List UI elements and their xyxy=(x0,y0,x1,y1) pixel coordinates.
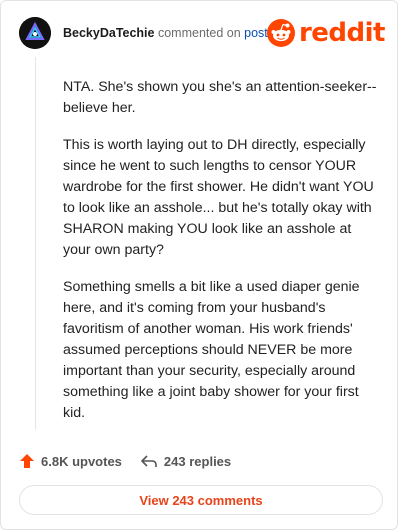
comment-actions: 6.8K upvotes 243 replies xyxy=(19,449,231,473)
comment-paragraph: Something smells a bit like a used diape… xyxy=(63,279,360,421)
comment-header: BeckyDaTechie commented on post reddit xyxy=(19,17,386,51)
username[interactable]: BeckyDaTechie xyxy=(63,26,155,40)
upvote-button[interactable]: 6.8K upvotes xyxy=(19,453,122,469)
comment-paragraph: This is worth laying out to DH directly,… xyxy=(63,137,374,258)
comment-paragraph: NTA. She's shown you she's an attention-… xyxy=(63,79,377,116)
comment-body: NTA. She's shown you she's an attention-… xyxy=(63,77,381,440)
upvote-count: 6.8K upvotes xyxy=(41,453,122,469)
reply-count: 243 replies xyxy=(163,453,232,469)
reddit-logo[interactable]: reddit xyxy=(266,17,386,49)
user-avatar[interactable] xyxy=(19,17,51,49)
replies-button[interactable]: 243 replies xyxy=(140,453,231,469)
commented-on-label: commented on xyxy=(157,26,241,40)
post-link[interactable]: post xyxy=(244,26,268,40)
upvote-arrow-icon xyxy=(20,454,34,468)
reddit-wordmark: reddit xyxy=(298,18,386,48)
view-comments-button[interactable]: View 243 comments xyxy=(19,485,383,515)
comment-meta: BeckyDaTechie commented on post xyxy=(63,26,268,40)
reply-arrow-icon xyxy=(141,455,157,467)
reddit-snoo-icon xyxy=(266,19,295,47)
avatar-triangle-icon xyxy=(19,17,51,49)
comment-card: BeckyDaTechie commented on post reddit N… xyxy=(0,0,398,530)
thread-line[interactable] xyxy=(35,57,36,430)
